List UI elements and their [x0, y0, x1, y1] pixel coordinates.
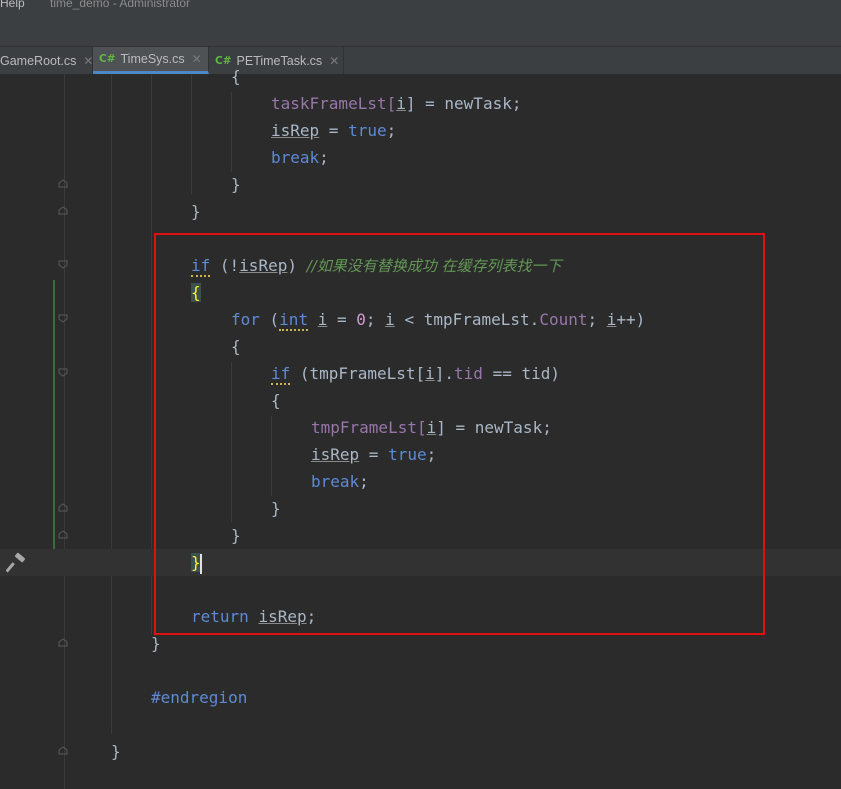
code-text: }: [191, 202, 201, 221]
indent-guide: [111, 74, 112, 734]
close-icon[interactable]: ✕: [83, 54, 93, 68]
code-line: break;: [271, 144, 329, 171]
code-text: i: [396, 94, 406, 113]
code-text: {: [231, 67, 241, 86]
editor-tab-bar: GameRoot.cs ✕ C# TimeSys.cs ✕ C# PETimeT…: [0, 46, 841, 75]
code-line: {: [231, 63, 241, 90]
title-bar: Help time_demo - Administrator: [0, 0, 841, 46]
hammer-icon[interactable]: [5, 552, 28, 574]
code-text: ;: [319, 148, 329, 167]
fold-marker-icon[interactable]: [58, 638, 68, 647]
code-line: isRep = true;: [271, 117, 396, 144]
code-text: ] = newTask;: [405, 94, 522, 113]
code-text: }: [231, 175, 241, 194]
code-text: isRep: [271, 121, 320, 140]
tab-label: TimeSys.cs: [120, 52, 185, 66]
tab-gameroot[interactable]: GameRoot.cs ✕: [0, 47, 93, 74]
vcs-change-marker: [53, 280, 55, 570]
indent-guide: [191, 74, 192, 194]
code-text: taskFrameLst[: [271, 94, 397, 113]
fold-marker-icon[interactable]: [58, 530, 68, 539]
fold-marker-icon[interactable]: [58, 503, 68, 512]
menu-help[interactable]: Help: [0, 0, 25, 10]
indent-guide: [231, 92, 232, 172]
fold-marker-icon[interactable]: [58, 314, 68, 323]
code-line: taskFrameLst[i] = newTask;: [271, 90, 521, 117]
tab-petimetask[interactable]: C# PETimeTask.cs ✕: [209, 47, 344, 74]
code-line: }: [191, 198, 201, 225]
fold-marker-icon[interactable]: [58, 179, 68, 188]
tab-label: GameRoot.cs: [0, 53, 77, 68]
csharp-file-icon: C#: [215, 54, 232, 67]
tab-timesys[interactable]: C# TimeSys.cs ✕: [93, 47, 209, 74]
code-text: }: [111, 742, 121, 761]
close-icon[interactable]: ✕: [192, 52, 202, 66]
code-text: ;: [386, 121, 397, 140]
highlight-box: [154, 233, 765, 635]
tab-label: PETimeTask.cs: [236, 53, 323, 68]
code-text: break: [271, 148, 320, 167]
code-line: }: [231, 171, 241, 198]
fold-marker-icon[interactable]: [58, 260, 68, 269]
code-text: =: [319, 121, 349, 140]
code-text: }: [151, 634, 161, 653]
code-text: true: [348, 121, 387, 140]
code-text: #endregion: [151, 688, 248, 707]
fold-marker-icon[interactable]: [58, 746, 68, 755]
code-line: }: [111, 738, 121, 765]
fold-marker-icon[interactable]: [58, 368, 68, 377]
window-title: time_demo - Administrator: [50, 0, 191, 10]
close-icon[interactable]: ✕: [329, 54, 339, 68]
fold-marker-icon[interactable]: [58, 206, 68, 215]
csharp-file-icon: C#: [99, 53, 116, 65]
code-line: #endregion: [151, 684, 247, 711]
